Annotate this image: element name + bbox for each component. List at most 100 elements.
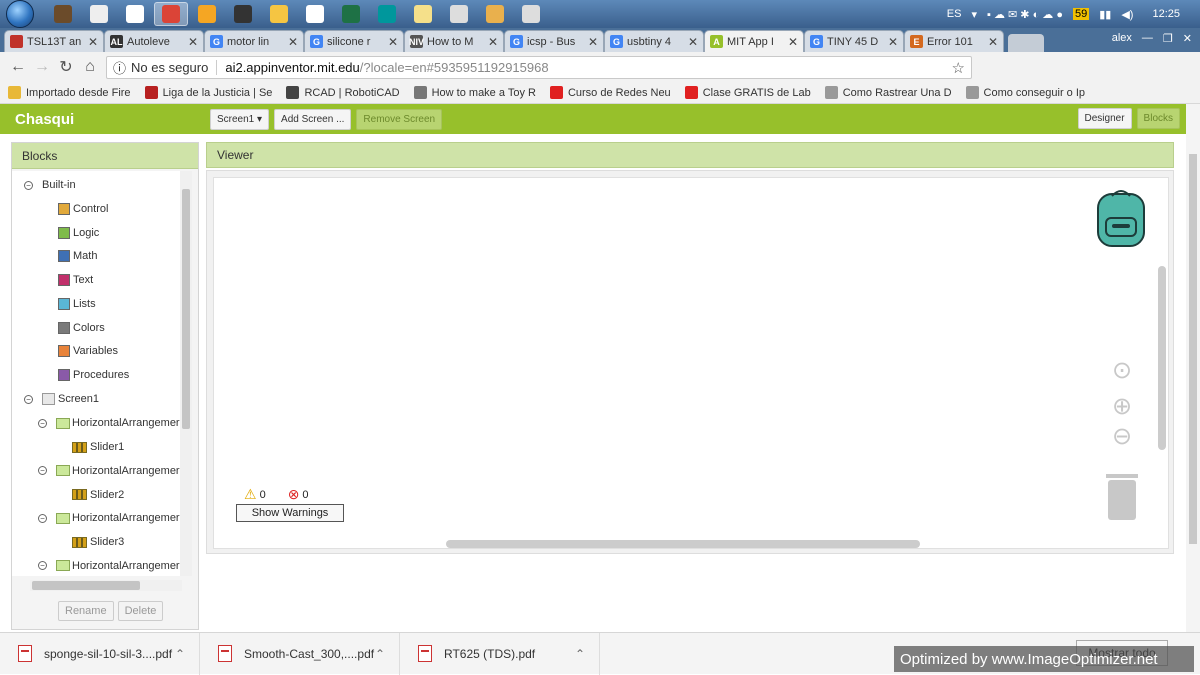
collapse-icon[interactable]: − bbox=[38, 513, 47, 523]
new-tab-button[interactable] bbox=[1008, 34, 1044, 52]
collapse-icon[interactable]: − bbox=[38, 466, 47, 475]
browser-tab[interactable]: Gicsp - Bus ✕ bbox=[504, 30, 604, 52]
browser-tab[interactable]: G TINY 45 D ✕ bbox=[804, 30, 904, 52]
bookmark-item[interactable]: RCAD | RobotiCAD bbox=[286, 86, 400, 99]
home-icon[interactable]: ⌂ bbox=[78, 58, 102, 76]
browser-tab[interactable]: NIV How to M ✕ bbox=[404, 30, 504, 52]
rename-button[interactable]: Rename bbox=[58, 601, 114, 621]
tray-icons[interactable]: ▪ ☁ ✉ ✱ ◐ ☁ ● bbox=[987, 8, 1063, 21]
browser-tab[interactable]: A MIT App I ✕ bbox=[704, 30, 804, 52]
tree-horizontal-arrangement[interactable]: − HorizontalArrangemer bbox=[38, 560, 180, 572]
show-warnings-button[interactable]: Show Warnings bbox=[236, 504, 344, 522]
add-screen-button[interactable]: Add Screen ... bbox=[274, 108, 352, 130]
zoom-in-icon[interactable]: ⊕ bbox=[1112, 392, 1132, 421]
download-item[interactable]: sponge-sil-10-sil-3....pdf ⌃ bbox=[0, 632, 200, 675]
collapse-icon[interactable]: − bbox=[38, 418, 47, 428]
recenter-icon[interactable]: ⊙ bbox=[1112, 356, 1132, 385]
tab-close-icon[interactable]: ✕ bbox=[188, 35, 198, 49]
collapse-icon[interactable]: − bbox=[38, 561, 47, 570]
block-category-variables[interactable]: Variables bbox=[58, 345, 118, 358]
workspace-canvas[interactable]: ⊙ ⊕ ⊖ ⚠ 0 ⊗ 0 Show Warnings bbox=[213, 177, 1169, 549]
blocks-button[interactable]: Blocks bbox=[1136, 108, 1180, 129]
taskbar-app-tool[interactable] bbox=[442, 2, 476, 26]
block-category-control[interactable]: Control bbox=[58, 203, 108, 215]
taskbar-app-notepad[interactable] bbox=[514, 2, 548, 26]
bookmark-item[interactable]: Clase GRATIS de Lab bbox=[684, 86, 811, 99]
taskbar-app-excel[interactable] bbox=[334, 2, 368, 26]
taskbar-app-arduino[interactable] bbox=[370, 2, 404, 26]
taskbar-app-cmd[interactable] bbox=[298, 2, 332, 26]
forward-icon[interactable]: → bbox=[30, 58, 54, 76]
scroll-thumb[interactable] bbox=[1189, 154, 1197, 544]
profile-name[interactable]: alex bbox=[1112, 32, 1132, 44]
tab-close-icon[interactable]: ✕ bbox=[688, 35, 698, 49]
collapse-icon[interactable]: − bbox=[24, 180, 33, 190]
volume-icon[interactable]: ◀) bbox=[1121, 8, 1133, 21]
trash-icon[interactable] bbox=[1104, 472, 1140, 522]
tab-close-icon[interactable]: ✕ bbox=[988, 35, 998, 49]
backpack-icon[interactable] bbox=[1090, 188, 1152, 250]
bookmark-item[interactable]: Curso de Redes Neu bbox=[549, 86, 671, 99]
browser-tab[interactable]: AL Autoleve ✕ bbox=[104, 30, 204, 52]
taskbar-app-folder-b[interactable] bbox=[226, 2, 260, 26]
clock[interactable]: 12:25 bbox=[1152, 8, 1180, 20]
minimize-icon[interactable]: — bbox=[1142, 32, 1153, 44]
taskbar-app-IQ[interactable] bbox=[118, 2, 152, 26]
block-category-logic[interactable]: Logic bbox=[58, 226, 99, 239]
download-item[interactable]: Smooth-Cast_300,....pdf ⌃ bbox=[200, 632, 400, 675]
block-category-lists[interactable]: Lists bbox=[58, 297, 96, 310]
info-icon[interactable]: ⓘ bbox=[113, 58, 126, 77]
tree-slider[interactable]: Slider1 bbox=[72, 441, 124, 453]
tree-horizontal-arrangement[interactable]: − HorizontalArrangemer bbox=[38, 417, 180, 429]
tab-close-icon[interactable]: ✕ bbox=[788, 35, 798, 49]
tray-arrow-icon[interactable]: ▾ bbox=[971, 8, 977, 21]
tab-close-icon[interactable]: ✕ bbox=[588, 35, 598, 49]
designer-button[interactable]: Designer bbox=[1077, 108, 1132, 129]
taskbar-app-chrome[interactable] bbox=[154, 2, 188, 26]
tree-horizontal-scrollbar[interactable] bbox=[30, 580, 182, 591]
browser-tab[interactable]: Gmotor lin ✕ bbox=[204, 30, 304, 52]
close-window-icon[interactable]: ✕ bbox=[1183, 32, 1192, 45]
tree-screen1[interactable]: − Screen1 bbox=[24, 393, 99, 405]
tab-close-icon[interactable]: ✕ bbox=[488, 35, 498, 49]
restore-icon[interactable]: ❐ bbox=[1163, 32, 1173, 45]
chevron-up-icon[interactable]: ⌃ bbox=[175, 647, 185, 661]
start-button[interactable] bbox=[0, 0, 40, 28]
chevron-up-icon[interactable]: ⌃ bbox=[375, 647, 385, 661]
block-category-text[interactable]: Text bbox=[58, 274, 93, 287]
block-category-procedures[interactable]: Procedures bbox=[58, 368, 129, 381]
back-icon[interactable]: ← bbox=[6, 58, 30, 76]
taskbar-app-paint[interactable] bbox=[406, 2, 440, 26]
tree-slider[interactable]: Slider2 bbox=[72, 489, 124, 501]
scroll-thumb[interactable] bbox=[32, 581, 140, 590]
taskbar-app-media[interactable] bbox=[190, 2, 224, 26]
taskbar-app-spark[interactable] bbox=[478, 2, 512, 26]
bookmark-item[interactable]: Importado desde Fire bbox=[8, 86, 131, 99]
bookmark-star-icon[interactable]: ☆ bbox=[952, 59, 965, 77]
delete-button[interactable]: Delete bbox=[117, 601, 164, 621]
tray-badge[interactable]: 59 bbox=[1072, 8, 1090, 20]
remove-screen-button[interactable]: Remove Screen bbox=[356, 108, 443, 130]
tab-close-icon[interactable]: ✕ bbox=[88, 35, 98, 49]
reload-icon[interactable]: ↻ bbox=[54, 57, 78, 77]
tab-close-icon[interactable]: ✕ bbox=[288, 35, 298, 49]
language-indicator[interactable]: ES bbox=[947, 8, 962, 20]
download-item[interactable]: RT625 (TDS).pdf ⌃ bbox=[400, 632, 600, 675]
tree-builtin[interactable]: − Built-in bbox=[24, 179, 76, 191]
chevron-up-icon[interactable]: ⌃ bbox=[575, 647, 585, 661]
browser-tab[interactable]: Gsilicone r ✕ bbox=[304, 30, 404, 52]
bookmark-item[interactable]: Como conseguir o Ip bbox=[965, 86, 1085, 99]
taskbar-app-calc[interactable] bbox=[82, 2, 116, 26]
security-label[interactable]: No es seguro bbox=[131, 60, 208, 75]
screen-select[interactable]: Screen1 ▾ bbox=[210, 108, 270, 130]
block-category-math[interactable]: Math bbox=[58, 250, 97, 263]
network-icon[interactable]: ▮▮ bbox=[1099, 8, 1111, 21]
block-category-colors[interactable]: Colors bbox=[58, 321, 105, 334]
tree-horizontal-arrangement[interactable]: − HorizontalArrangemer bbox=[38, 512, 180, 524]
tree-horizontal-arrangement[interactable]: − HorizontalArrangemer bbox=[38, 465, 180, 477]
browser-tab[interactable]: TSL13T an ✕ bbox=[4, 30, 104, 52]
bookmark-item[interactable]: How to make a Toy R bbox=[413, 86, 536, 99]
tab-close-icon[interactable]: ✕ bbox=[888, 35, 898, 49]
bookmark-item[interactable]: Liga de la Justicia | Se bbox=[144, 86, 272, 99]
taskbar-app-hat[interactable] bbox=[46, 2, 80, 26]
